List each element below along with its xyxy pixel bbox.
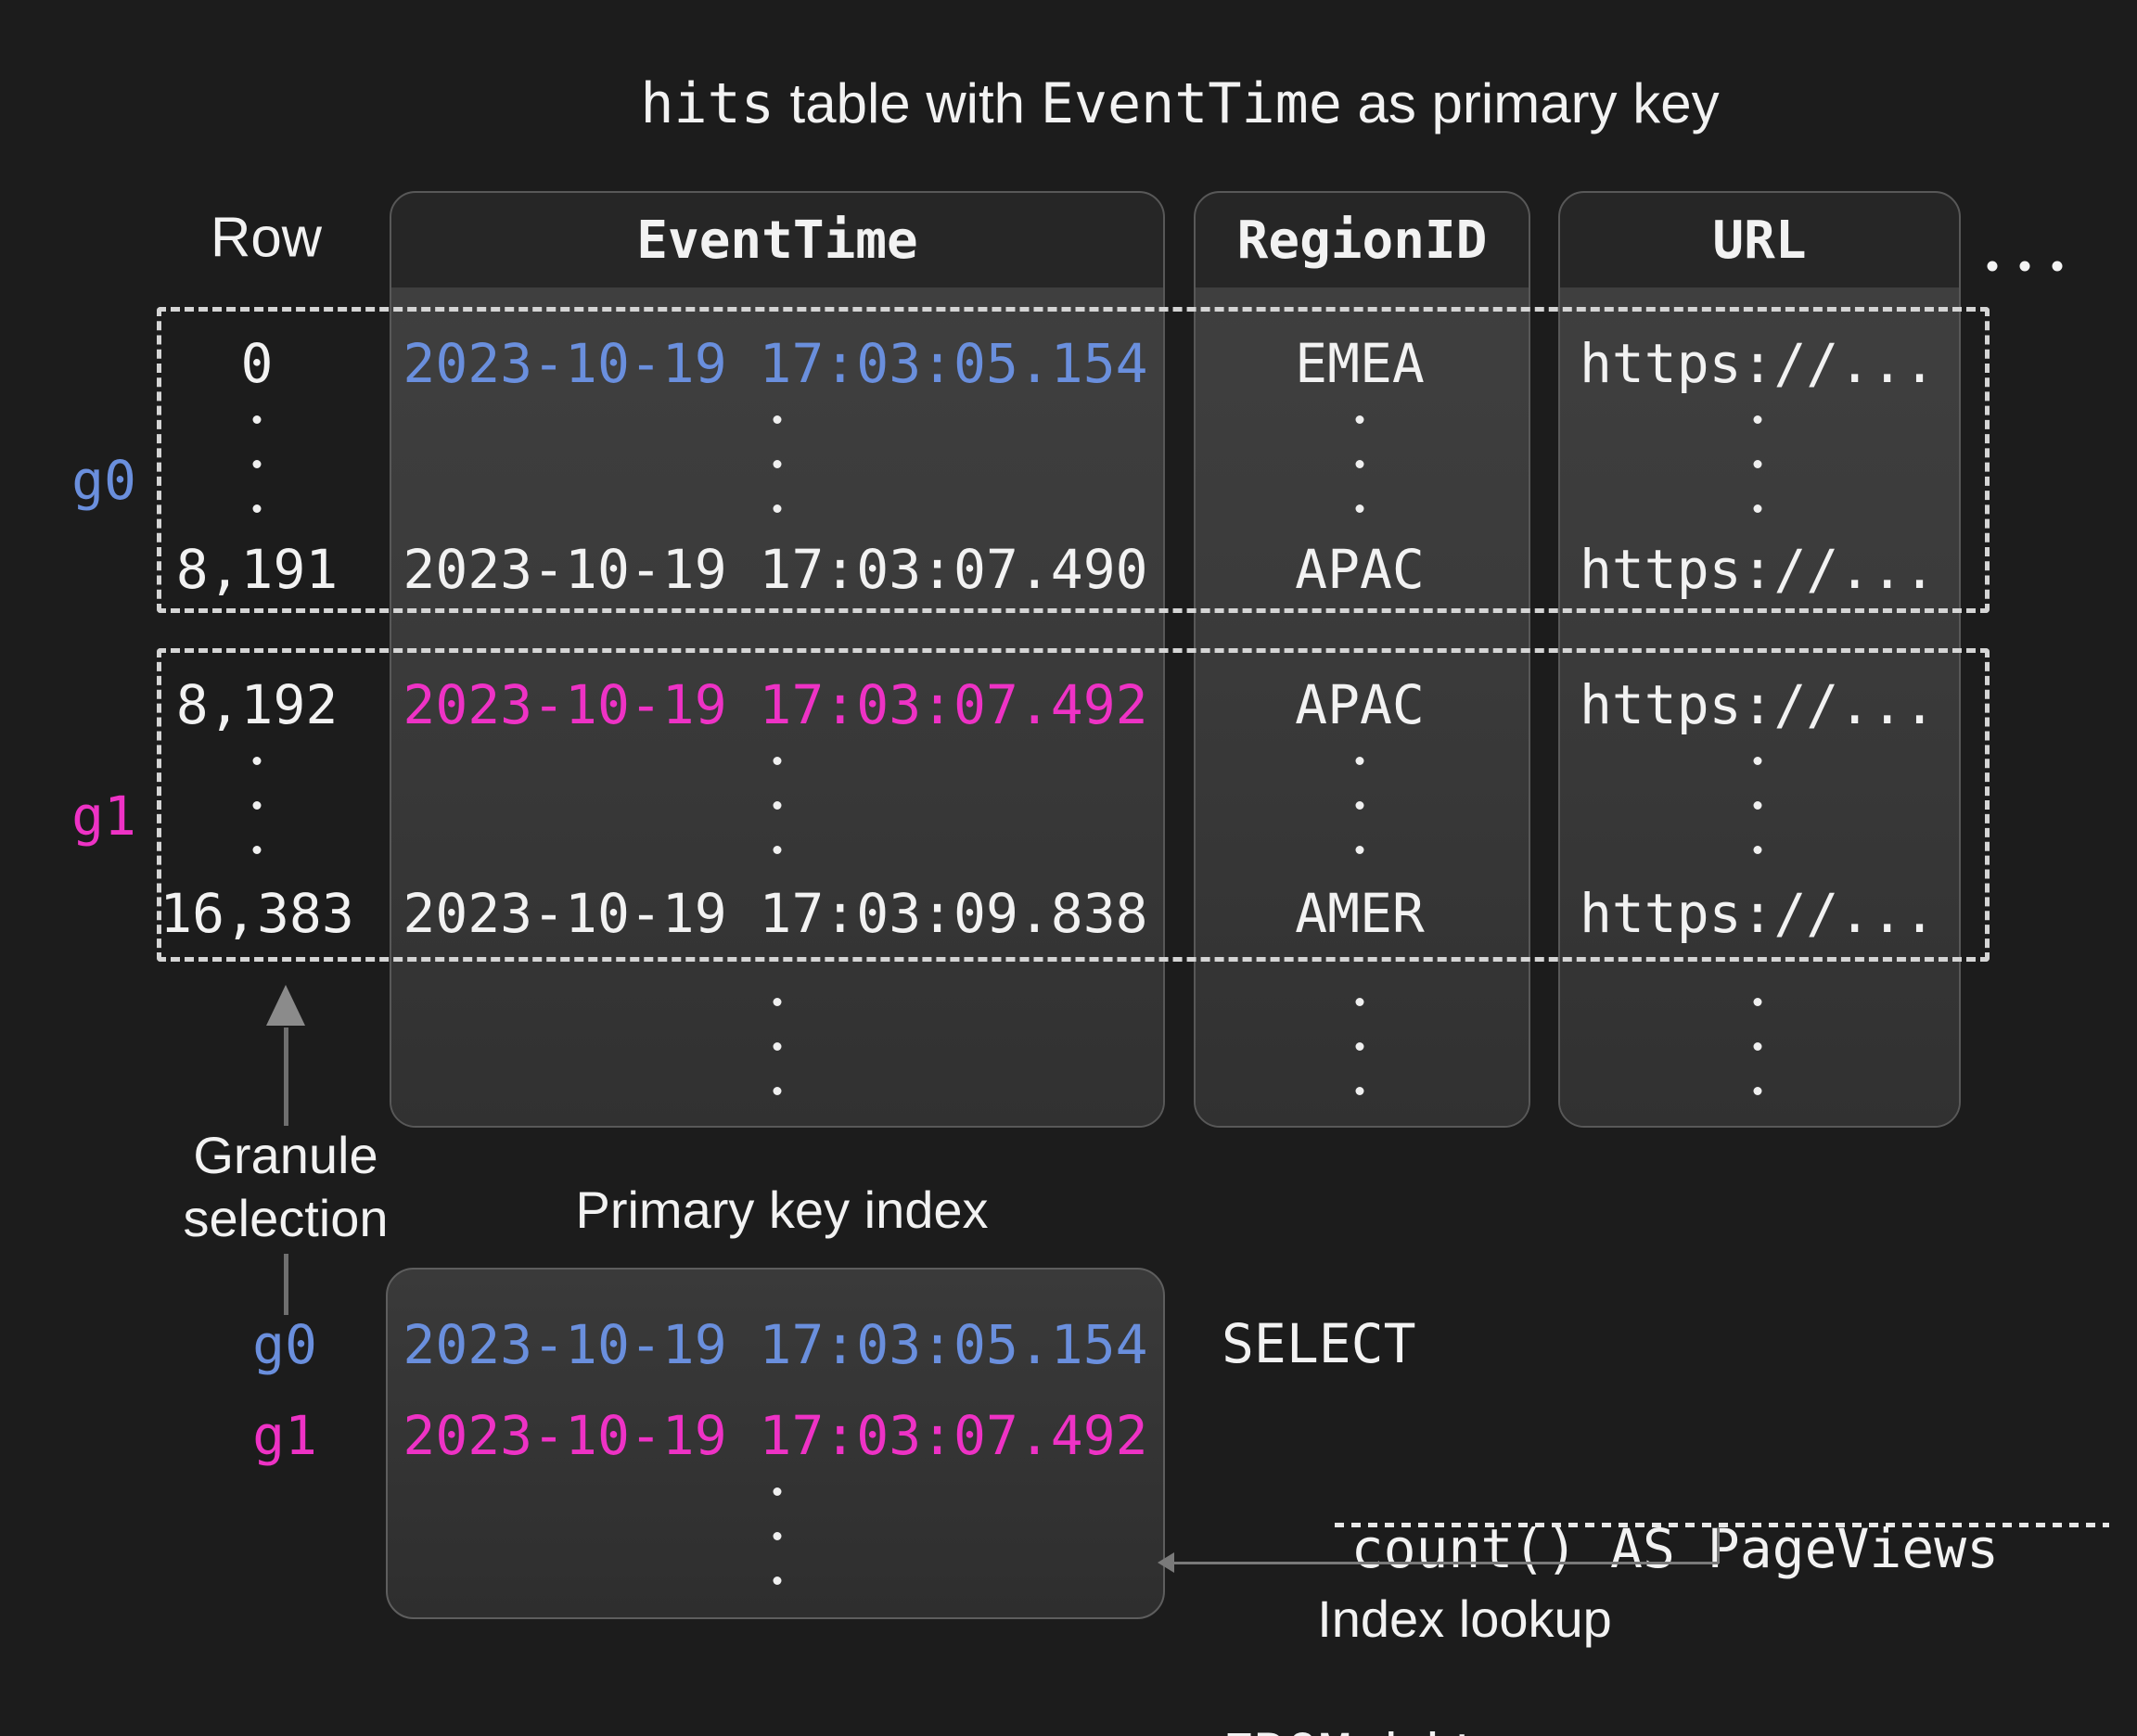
granule-0-label: g0 [71, 449, 136, 512]
diagram-title: hits table with EventTime as primary key [252, 71, 2107, 136]
diagram-canvas: hits table with EventTime as primary key… [0, 0, 2137, 1736]
row-column-header: Row [211, 206, 322, 270]
regionid-cell: AMER [1295, 882, 1425, 945]
arrow-left-icon [1158, 1552, 1174, 1573]
url-cell: https://... [1580, 673, 1936, 736]
ellipsis-dots [253, 415, 262, 513]
primary-key-index-title: Primary key index [457, 1180, 1107, 1240]
index-entry-label-g1: g1 [252, 1404, 317, 1467]
index-lookup-connector-horizontal [1172, 1562, 1719, 1564]
sql-line: FROM hits [1222, 1720, 2096, 1736]
ellipsis-dots [774, 998, 782, 1095]
ellipsis-dots [1356, 757, 1364, 854]
title-suffix: as primary key [1342, 72, 1720, 134]
index-entry-label-g0: g0 [252, 1313, 317, 1376]
regionid-cell: APAC [1295, 538, 1425, 601]
ellipsis-dots [774, 415, 782, 513]
regionid-cell: APAC [1295, 673, 1425, 736]
sql-line: SELECT [1222, 1310, 2096, 1379]
regionid-column-header: RegionID [1196, 193, 1529, 287]
row-number-cell: 16,383 [160, 882, 354, 945]
ellipsis-dots [1754, 757, 1762, 854]
eventtime-column-header: EventTime [391, 193, 1163, 287]
ellipsis-dots [774, 757, 782, 854]
granule-selection-arrow-stem [284, 1254, 288, 1315]
row-number-cell: 0 [241, 332, 274, 395]
ellipsis-dots [1754, 415, 1762, 513]
index-lookup-connector-vertical [1717, 1528, 1720, 1564]
row-number-cell: 8,191 [176, 538, 339, 601]
url-cell: https://... [1580, 538, 1936, 601]
granule-1-label: g1 [71, 785, 136, 848]
ellipsis-dots [1754, 998, 1762, 1095]
ellipsis-dots [1356, 415, 1364, 513]
sql-query: SELECT count() AS PageViews FROM hits WH… [1222, 1174, 2096, 1736]
row-number-cell: 8,192 [176, 673, 339, 736]
granule-selection-arrow-stem [284, 1028, 288, 1126]
index-entry-value-g1: 2023-10-19 17:03:07.492 [403, 1404, 1147, 1467]
eventtime-cell: 2023-10-19 17:03:05.154 [403, 332, 1147, 395]
ellipsis-dots [774, 1487, 782, 1585]
ellipsis-dots [1356, 998, 1364, 1095]
granule-selection-label: Granuleselection [100, 1124, 471, 1250]
title-key-name: EventTime [1041, 71, 1342, 136]
title-middle: table with [774, 72, 1041, 134]
eventtime-cell: 2023-10-19 17:03:07.490 [403, 538, 1147, 601]
eventtime-cell: 2023-10-19 17:03:09.838 [403, 882, 1147, 945]
title-table-name: hits [640, 71, 774, 136]
ellipsis-dots [253, 757, 262, 854]
more-columns-ellipsis-icon [1988, 262, 2063, 272]
eventtime-cell: 2023-10-19 17:03:07.492 [403, 673, 1147, 736]
url-cell: https://... [1580, 882, 1936, 945]
url-column-header: URL [1560, 193, 1959, 287]
regionid-cell: EMEA [1295, 332, 1425, 395]
where-condition-underline [1335, 1523, 2109, 1527]
index-entry-value-g0: 2023-10-19 17:03:05.154 [403, 1313, 1147, 1376]
url-cell: https://... [1580, 332, 1936, 395]
arrow-up-icon [266, 985, 305, 1026]
